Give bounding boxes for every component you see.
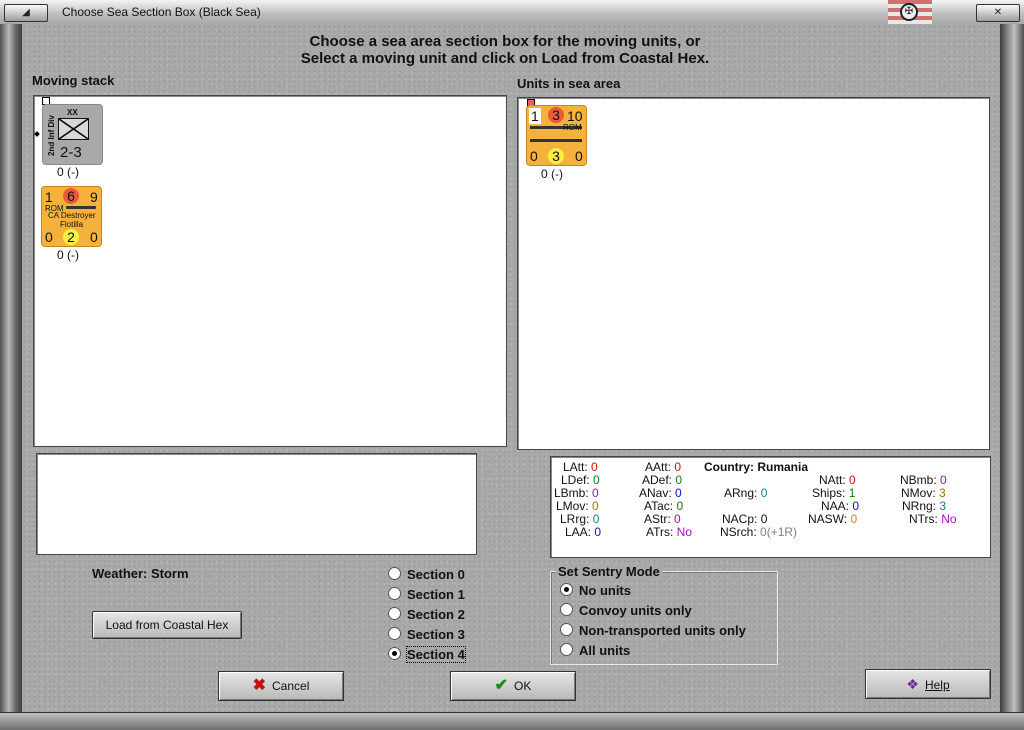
unit-counter-2nd-inf-div[interactable]: XX 2nd Inf Div 2-3: [42, 104, 103, 165]
unit-status: 0 (-): [57, 165, 79, 179]
unit-nation: ROM: [563, 123, 582, 132]
minimize-button[interactable]: ◢: [4, 4, 48, 22]
unit-status: 0 (-): [57, 248, 79, 262]
unit-status: 0 (-): [541, 167, 563, 181]
unit-movement: 9: [90, 189, 98, 205]
unit-name-line-1: CA Destroyer: [48, 211, 96, 220]
unit-right-value: 0: [575, 148, 583, 164]
stat-nbmb: NBmb: 0: [900, 473, 947, 487]
radio-icon: [388, 607, 401, 620]
stack-pointer-icon: [34, 131, 40, 137]
window-title: Choose Sea Section Box (Black Sea): [62, 5, 261, 19]
unit-strength: 2-3: [60, 144, 82, 161]
radio-icon: [560, 603, 573, 616]
stat-latt: LAtt: 0: [563, 460, 598, 474]
section-3-radio[interactable]: Section 3: [388, 627, 465, 642]
radio-icon: [560, 623, 573, 636]
radio-icon: [388, 627, 401, 640]
unit-right-value: 0: [90, 229, 98, 245]
stat-laa: LAA: 0: [565, 525, 602, 539]
stat-atac: ATac: 0: [644, 499, 684, 513]
sentry-non-transported-radio[interactable]: Non-transported units only: [560, 623, 746, 638]
stat-atrs: ATrs: No: [646, 525, 693, 539]
ship-silhouette-icon: [66, 206, 96, 209]
unit-info-panel: [36, 453, 477, 555]
unit-counter-rom-ship[interactable]: 1 3 10 ROM 0 3 0: [526, 105, 587, 166]
stat-arng: ARng: 0: [724, 486, 768, 500]
unit-counter-ca-destroyer-flotilla[interactable]: 1 6 9 ROM CA Destroyer Flotilla 0 2 0: [41, 186, 102, 247]
help-book-icon: ❖: [906, 676, 919, 692]
unit-stats-panel: LAtt: 0 LDef: 0 LBmb: 0 LMov: 0 LRrg: 0 …: [550, 456, 991, 558]
minimize-icon: ◢: [22, 7, 30, 18]
infantry-icon: [58, 118, 89, 140]
stat-ntrs: NTrs: No: [909, 512, 957, 526]
sentry-no-units-radio[interactable]: No units: [560, 583, 631, 598]
cancel-x-icon: ✖: [252, 677, 267, 694]
stat-lmov: LMov: 0: [556, 499, 599, 513]
moving-stack-panel[interactable]: XX 2nd Inf Div 2-3 0 (-) 1 6 9 ROM CA De…: [33, 95, 507, 447]
unit-left-value: 0: [45, 229, 53, 245]
close-button[interactable]: ✕: [976, 4, 1020, 22]
unit-defense: 3: [548, 107, 564, 123]
stat-nacp: NACp: 0: [722, 512, 768, 526]
radio-selected-icon: [388, 647, 401, 660]
cancel-button[interactable]: ✖ Cancel: [218, 671, 344, 701]
unit-left-value: 0: [530, 148, 538, 164]
stat-nsrch: NSrch: 0(+1R): [720, 525, 798, 539]
section-4-radio[interactable]: Section 4: [388, 646, 466, 663]
instructions-line-2: Select a moving unit and click on Load f…: [300, 50, 710, 67]
unit-size-symbol: XX: [67, 108, 78, 117]
window-frame-right: [1000, 24, 1024, 714]
stat-aatt: AAtt: 0: [645, 460, 682, 474]
sentry-convoy-units-radio[interactable]: Convoy units only: [560, 603, 692, 618]
stat-nrng: NRng: 3: [902, 499, 947, 513]
instructions-line-1: Choose a sea area section box for the mo…: [309, 33, 701, 50]
country-name: Rumania: [757, 460, 809, 474]
radio-icon: [388, 567, 401, 580]
unit-defense: 6: [63, 188, 79, 204]
load-from-coastal-hex-button[interactable]: Load from Coastal Hex: [92, 611, 242, 639]
iron-cross-icon: ✠: [900, 3, 918, 21]
stat-ships: Ships: 1: [812, 486, 856, 500]
stat-lrrg: LRrg: 0: [560, 512, 600, 526]
radio-icon: [560, 643, 573, 656]
stat-ldef: LDef: 0: [561, 473, 600, 487]
instructions: Choose a sea area section box for the mo…: [200, 33, 810, 67]
sea-area-label: Units in sea area: [517, 76, 621, 91]
section-0-radio[interactable]: Section 0: [388, 567, 465, 582]
stat-nasw: NASW: 0: [808, 512, 858, 526]
stat-nmov: NMov: 3: [901, 486, 946, 500]
unit-mid-value: 3: [548, 148, 564, 164]
ship-silhouette-icon: [530, 139, 582, 142]
help-button[interactable]: ❖ Help: [865, 669, 991, 699]
stat-lbmb: LBmb: 0: [554, 486, 599, 500]
unit-movement: 10: [567, 108, 583, 124]
section-1-radio[interactable]: Section 1: [388, 587, 465, 602]
close-icon: ✕: [993, 7, 1003, 18]
sentry-all-units-radio[interactable]: All units: [560, 643, 630, 658]
sentry-mode-title: Set Sentry Mode: [556, 564, 662, 579]
ok-check-icon: ✔: [494, 677, 509, 694]
unit-name: 2nd Inf Div: [46, 115, 56, 156]
window-frame-bottom: [0, 712, 1024, 730]
radio-icon: [388, 587, 401, 600]
section-2-radio[interactable]: Section 2: [388, 607, 465, 622]
weather-label: Weather: Storm: [92, 566, 189, 581]
moving-stack-label: Moving stack: [32, 73, 115, 88]
stat-astr: AStr: 0: [644, 512, 681, 526]
unit-attack: 1: [531, 108, 539, 124]
radio-selected-icon: [560, 583, 573, 596]
ok-button[interactable]: ✔ OK: [450, 671, 576, 701]
window-frame-left: [0, 24, 22, 714]
sea-area-panel[interactable]: 1 3 10 ROM 0 3 0 0 (-): [517, 97, 990, 450]
stat-naa: NAA: 0: [821, 499, 860, 513]
unit-mid-value: 2: [63, 229, 79, 245]
stat-anav: ANav: 0: [639, 486, 682, 500]
stat-adef: ADef: 0: [642, 473, 683, 487]
unit-name-line-2: Flotilla: [60, 220, 84, 229]
stat-natt: NAtt: 0: [819, 473, 856, 487]
stat-country: Country: Rumania: [704, 460, 809, 474]
unit-attack: 1: [45, 189, 53, 205]
